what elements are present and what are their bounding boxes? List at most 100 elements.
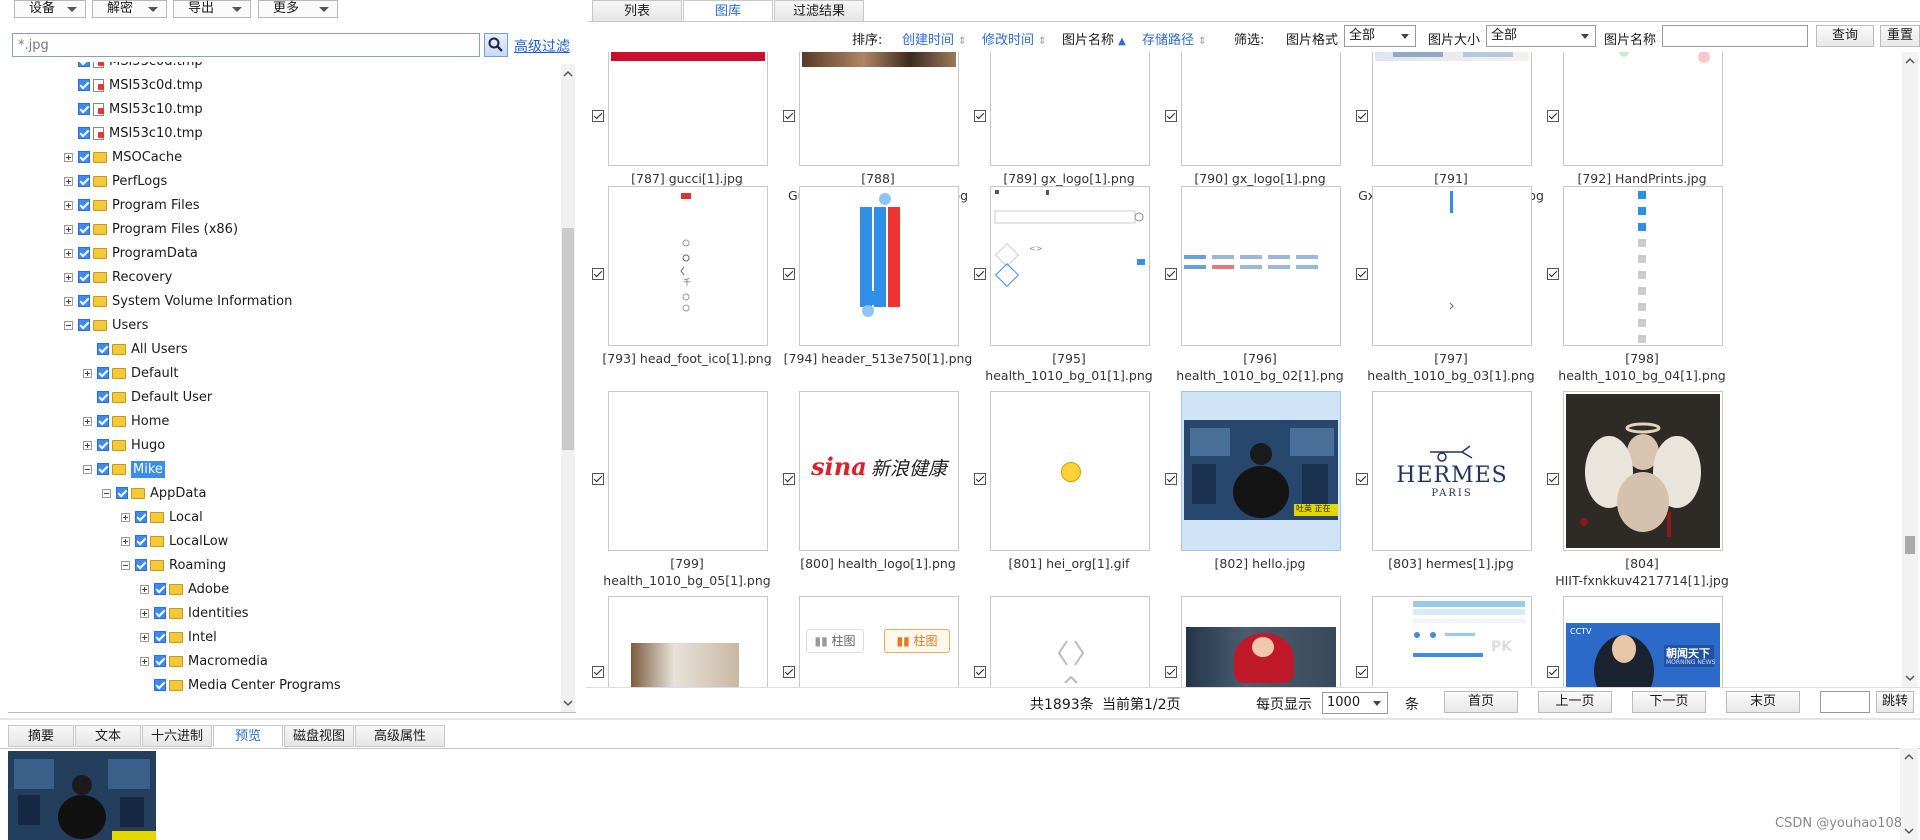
image-checkbox[interactable] (1356, 268, 1368, 280)
image-checkbox[interactable] (783, 268, 795, 280)
gallery-item[interactable]: [804] HIIT-fxnkkuv4217714[1].jpg (1547, 391, 1737, 596)
image-thumbnail[interactable] (1372, 186, 1532, 346)
image-checkbox[interactable] (1547, 666, 1559, 678)
checkbox[interactable] (78, 247, 90, 259)
checkbox[interactable] (78, 151, 90, 163)
sort-path[interactable]: 存储路径 ⇕ (1142, 29, 1207, 48)
image-thumbnail[interactable] (990, 52, 1150, 166)
image-thumbnail[interactable] (990, 391, 1150, 551)
gallery-item[interactable]: [799] health_1010_bg_05[1].png (592, 391, 782, 596)
gallery-item[interactable]: 吐英 正在 [802] hello.jpg (1165, 391, 1355, 596)
expand-icon[interactable] (64, 176, 73, 186)
checkbox[interactable] (78, 175, 90, 187)
gallery-scrollbar[interactable] (1902, 52, 1918, 687)
checkbox[interactable] (78, 295, 90, 307)
gallery-item[interactable]: <> [795] health_1010_bg_01[1].png (974, 186, 1164, 391)
checkbox[interactable] (97, 343, 109, 355)
checkbox[interactable] (154, 655, 166, 667)
expand-icon[interactable] (121, 512, 130, 522)
collapse-icon[interactable] (121, 560, 130, 570)
checkbox[interactable] (78, 127, 90, 139)
tree-node[interactable]: Program Files (64, 193, 200, 217)
next-page-button[interactable]: 下一页 (1632, 691, 1706, 713)
expand-icon[interactable] (140, 656, 149, 666)
image-thumbnail[interactable] (1372, 52, 1532, 166)
image-checkbox[interactable] (783, 666, 795, 678)
image-checkbox[interactable] (1356, 473, 1368, 485)
detail-tab[interactable]: 文本 (75, 725, 141, 747)
checkbox[interactable] (97, 367, 109, 379)
jump-button[interactable]: 跳转 (1876, 691, 1914, 713)
tree-node[interactable]: Users (64, 313, 148, 337)
scroll-down-icon[interactable] (1900, 824, 1918, 838)
tree-node[interactable]: PerfLogs (64, 169, 167, 193)
checkbox[interactable] (78, 79, 90, 91)
image-checkbox[interactable] (974, 268, 986, 280)
tree-node[interactable]: MSI53c10.tmp (64, 121, 203, 145)
tree-node[interactable]: ProgramData (64, 241, 198, 265)
checkbox[interactable] (78, 223, 90, 235)
image-checkbox[interactable] (1165, 473, 1177, 485)
tree-node[interactable]: Adobe (140, 577, 229, 601)
gallery-item[interactable] (592, 596, 782, 687)
tree-scroll-thumb[interactable] (562, 228, 574, 450)
image-thumbnail[interactable]: GUCCI (608, 52, 768, 166)
image-checkbox[interactable] (1165, 110, 1177, 122)
tree-node[interactable]: Macromedia (140, 649, 268, 673)
tree-node[interactable]: System Volume Information (64, 289, 292, 313)
checkbox[interactable] (154, 679, 166, 691)
menu-more[interactable]: 更多 (258, 0, 338, 18)
image-checkbox[interactable] (592, 268, 604, 280)
tree-node[interactable]: MSI53c0d.tmp (64, 62, 203, 73)
checkbox[interactable] (135, 511, 147, 523)
first-page-button[interactable]: 首页 (1444, 691, 1518, 713)
detail-tab[interactable]: 磁盘视图 (284, 725, 354, 747)
image-thumbnail[interactable] (608, 391, 768, 551)
detail-tab[interactable]: 高级属性 (355, 725, 445, 747)
image-checkbox[interactable] (783, 110, 795, 122)
tree-node[interactable]: Default (83, 361, 179, 385)
checkbox[interactable] (97, 463, 109, 475)
gallery-item[interactable]: [801] hei_org[1].gif (974, 391, 1164, 596)
image-checkbox[interactable] (974, 110, 986, 122)
image-checkbox[interactable] (592, 110, 604, 122)
image-thumbnail[interactable] (1181, 596, 1341, 687)
sort-created[interactable]: 创建时间 ⇕ (902, 29, 967, 48)
checkbox[interactable] (135, 559, 147, 571)
prev-page-button[interactable]: 上一页 (1538, 691, 1612, 713)
collapse-icon[interactable] (64, 320, 73, 330)
gallery-item[interactable]: PK (1356, 596, 1546, 687)
gallery-item[interactable]: [797] health_1010_bg_03[1].png (1356, 186, 1546, 391)
image-thumbnail[interactable] (608, 596, 768, 687)
tab-filter-results[interactable]: 过滤结果 (774, 0, 864, 22)
tree-node[interactable]: Hugo (83, 433, 165, 457)
image-thumbnail[interactable] (799, 52, 959, 166)
sort-name[interactable]: 图片名称 ▲ (1062, 29, 1126, 48)
detail-tab[interactable]: 预览 (213, 725, 283, 747)
menu-export[interactable]: 导出 (173, 0, 251, 18)
tree-node[interactable]: Roaming (121, 553, 226, 577)
image-thumbnail[interactable]: 朝闻天下 MORNING NEWS CCTV (1563, 596, 1723, 687)
gallery-item[interactable]: [796] health_1010_bg_02[1].png (1165, 186, 1355, 391)
image-checkbox[interactable] (783, 473, 795, 485)
image-checkbox[interactable] (1356, 110, 1368, 122)
tree-node[interactable]: Default User (83, 385, 212, 409)
gallery-item[interactable]: [798] health_1010_bg_04[1].png (1547, 186, 1737, 391)
tree-node[interactable]: Mike (83, 457, 165, 481)
expand-icon[interactable] (64, 152, 73, 162)
image-checkbox[interactable] (592, 666, 604, 678)
expand-icon[interactable] (140, 584, 149, 594)
image-checkbox[interactable] (1547, 268, 1559, 280)
expand-icon[interactable] (83, 440, 92, 450)
image-thumbnail[interactable] (1563, 186, 1723, 346)
tree-node[interactable]: Identities (140, 601, 249, 625)
expand-icon[interactable] (64, 224, 73, 234)
tree-node[interactable]: AppData (102, 481, 206, 505)
menu-decrypt[interactable]: 解密 (92, 0, 167, 18)
last-page-button[interactable]: 末页 (1726, 691, 1800, 713)
reset-button[interactable]: 重置 (1880, 25, 1920, 47)
detail-tab[interactable]: 十六进制 (142, 725, 212, 747)
collapse-icon[interactable] (83, 464, 92, 474)
scroll-up-icon[interactable] (1902, 54, 1918, 68)
checkbox[interactable] (97, 439, 109, 451)
